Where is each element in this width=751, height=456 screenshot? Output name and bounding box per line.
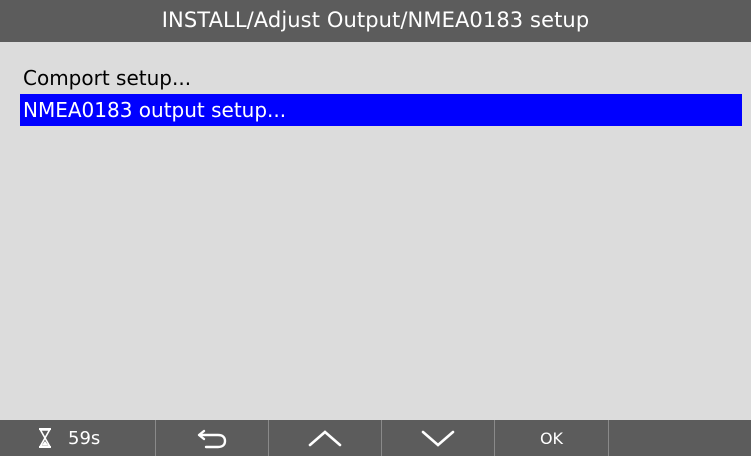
device-screen: INSTALL/Adjust Output/NMEA0183 setup Com… — [0, 0, 751, 456]
title-bar: INSTALL/Adjust Output/NMEA0183 setup — [0, 0, 751, 42]
menu-panel: Comport setup... NMEA0183 output setup..… — [0, 42, 751, 420]
hourglass-icon — [36, 427, 54, 449]
chevron-up-icon — [308, 428, 342, 448]
ok-button[interactable]: OK — [495, 420, 609, 456]
ok-label: OK — [539, 428, 564, 448]
menu-item-label: Comport setup... — [23, 66, 192, 90]
menu-item-label: NMEA0183 output setup... — [23, 98, 287, 122]
menu-list: Comport setup... NMEA0183 output setup..… — [20, 62, 742, 126]
page-title: INSTALL/Adjust Output/NMEA0183 setup — [161, 8, 590, 32]
back-arrow-icon — [196, 427, 228, 449]
chevron-down-icon — [421, 428, 455, 448]
menu-item-nmea0183-output-setup[interactable]: NMEA0183 output setup... — [20, 94, 742, 126]
timeout-indicator: 59s — [0, 420, 156, 456]
softkey-bar: 59s OK — [0, 420, 751, 456]
back-button[interactable] — [156, 420, 269, 456]
blank-softkey[interactable] — [609, 420, 751, 456]
timeout-seconds: 59s — [68, 427, 101, 449]
down-button[interactable] — [382, 420, 495, 456]
up-button[interactable] — [269, 420, 382, 456]
menu-item-comport-setup[interactable]: Comport setup... — [20, 62, 742, 94]
